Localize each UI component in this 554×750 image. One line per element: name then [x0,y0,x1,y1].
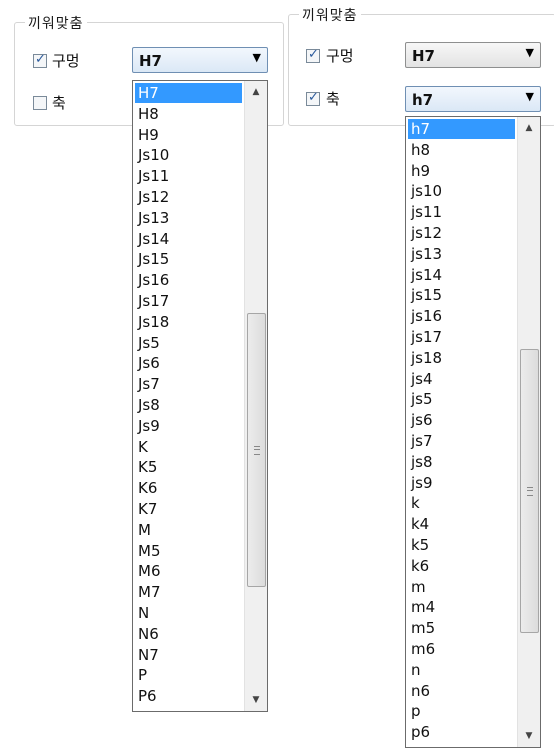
list-item[interactable]: js13 [408,244,515,264]
list-item[interactable]: H8 [135,104,242,124]
right-shaft-label: 축 [326,90,340,108]
list-item[interactable]: P6 [135,686,242,706]
check-icon: ✓ [308,47,319,62]
dropdown-arrow-icon[interactable]: ▼ [526,46,534,59]
list-item[interactable]: H7 [135,83,242,103]
list-item[interactable]: js14 [408,265,515,285]
list-item[interactable]: Js10 [135,145,242,165]
list-item[interactable]: N6 [135,624,242,644]
list-item[interactable]: js10 [408,181,515,201]
list-item[interactable]: Js8 [135,395,242,415]
list-item[interactable]: js4 [408,369,515,389]
list-item[interactable]: js6 [408,410,515,430]
left-group-title: 끼워맞춤 [25,13,87,33]
list-item[interactable]: H9 [135,125,242,145]
list-item[interactable]: h7 [408,119,515,139]
list-item[interactable]: Js6 [135,353,242,373]
list-item[interactable]: js7 [408,431,515,451]
list-item[interactable]: N [135,603,242,623]
list-item[interactable]: n6 [408,681,515,701]
list-item[interactable]: M [135,520,242,540]
list-item[interactable]: K7 [135,499,242,519]
list-item[interactable]: P [135,665,242,685]
list-item[interactable]: Js14 [135,229,242,249]
list-item[interactable]: k5 [408,535,515,555]
right-scrollbar[interactable]: ▲ ▼ [517,117,540,747]
scroll-down-icon[interactable]: ▼ [518,727,540,745]
dropdown-arrow-icon[interactable]: ▼ [253,51,261,64]
right-hole-combo-value: H7 [412,47,435,65]
list-item[interactable]: M7 [135,582,242,602]
right-scroll-thumb[interactable] [520,349,539,633]
scroll-up-icon[interactable]: ▲ [518,119,540,137]
left-scrollbar[interactable]: ▲ ▼ [244,81,267,711]
list-item[interactable]: js12 [408,223,515,243]
right-group-title: 끼워맞춤 [299,5,361,25]
list-item[interactable]: m4 [408,597,515,617]
left-scroll-thumb[interactable] [247,313,266,587]
list-item[interactable]: js9 [408,473,515,493]
left-combo-value: H7 [139,52,162,70]
list-item[interactable]: K6 [135,478,242,498]
list-item[interactable]: N7 [135,645,242,665]
right-hole-fit-combo[interactable]: H7 ▼ [405,42,541,68]
list-item[interactable]: Js11 [135,166,242,186]
list-item[interactable]: M6 [135,561,242,581]
list-item[interactable]: js17 [408,327,515,347]
list-item[interactable]: k [408,493,515,513]
right-combo-value: h7 [412,91,434,109]
list-item[interactable]: K [135,437,242,457]
list-item[interactable]: m [408,577,515,597]
left-dropdown-list[interactable]: P6 P N7 N6 N M7 M6 M5 M K7 K6 K5 K Js9 Js8 Js7 Js6 Js5 Js1… [132,80,268,712]
right-shaft-fit-combo[interactable]: h7 ▼ [405,86,541,112]
right-dropdown-list[interactable]: p6 p n6 n m6 m5 m4 m k6 k5 k4 k js9 js8 js7 js6 js5 js4 js… [405,116,541,748]
left-hole-label: 구멍 [52,52,80,70]
scroll-up-icon[interactable]: ▲ [245,83,267,101]
dropdown-arrow-icon[interactable]: ▼ [526,90,534,103]
list-item[interactable]: js16 [408,306,515,326]
list-item[interactable]: Js5 [135,333,242,353]
right-hole-checkbox[interactable]: ✓ [306,47,320,63]
right-shaft-checkbox[interactable]: ✓ [306,90,320,106]
right-hole-label: 구멍 [326,47,354,65]
list-item[interactable]: js11 [408,202,515,222]
list-item[interactable]: m5 [408,618,515,638]
check-icon: ✓ [308,90,319,105]
list-item[interactable]: h8 [408,140,515,160]
list-item[interactable]: n [408,660,515,680]
list-item[interactable]: Js13 [135,208,242,228]
list-item[interactable]: js15 [408,285,515,305]
list-item[interactable]: js8 [408,452,515,472]
list-item[interactable]: Js12 [135,187,242,207]
scroll-down-icon[interactable]: ▼ [245,691,267,709]
check-icon: ✓ [35,52,46,67]
left-hole-fit-combo[interactable]: H7 ▼ [132,47,268,73]
left-shaft-label: 축 [52,94,66,112]
list-item[interactable]: p6 [408,722,515,742]
list-item[interactable]: Js7 [135,374,242,394]
list-item[interactable]: Js17 [135,291,242,311]
list-item[interactable]: k4 [408,514,515,534]
list-item[interactable]: Js9 [135,416,242,436]
list-item[interactable]: Js16 [135,270,242,290]
left-shaft-checkbox[interactable] [33,96,47,110]
list-item[interactable]: p [408,701,515,721]
list-item[interactable]: js5 [408,389,515,409]
list-item[interactable]: m6 [408,639,515,659]
list-item[interactable]: k6 [408,556,515,576]
list-item[interactable]: h9 [408,161,515,181]
list-item[interactable]: M5 [135,541,242,561]
list-item[interactable]: Js15 [135,249,242,269]
list-item[interactable]: js18 [408,348,515,368]
left-hole-checkbox[interactable]: ✓ [33,52,47,68]
list-item[interactable]: Js18 [135,312,242,332]
list-item[interactable]: K5 [135,457,242,477]
